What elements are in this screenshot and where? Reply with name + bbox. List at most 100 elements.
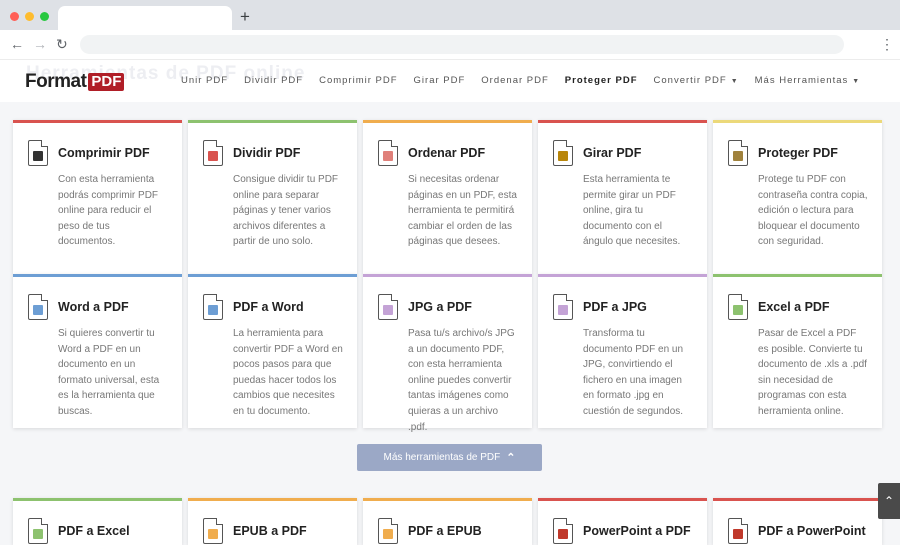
- doc-badge-icon: [33, 305, 43, 315]
- tool-card-header: Ordenar PDF: [373, 136, 522, 170]
- nav-item-convertir-pdf[interactable]: Convertir PDF ▼: [654, 75, 739, 86]
- nav-item-label: Comprimir PDF: [319, 75, 398, 86]
- tool-card-title: Proteger PDF: [758, 146, 838, 160]
- nav-item-label: Ordenar PDF: [481, 75, 549, 86]
- scroll-to-top-button[interactable]: ⌃: [878, 483, 900, 519]
- tool-card[interactable]: EPUB a PDF: [188, 498, 357, 545]
- tool-card-description: Pasar de Excel a PDF es posible. Convier…: [758, 328, 867, 417]
- tool-card[interactable]: Girar PDF Esta herramienta te permite gir…: [538, 120, 707, 274]
- nav-item-label: Convertir PDF: [653, 75, 727, 86]
- nav-item-girar-pdf[interactable]: Girar PDF: [414, 75, 466, 86]
- logo-pdf-box: PDF: [88, 73, 125, 91]
- tool-card-header: PDF a EPUB: [373, 514, 522, 545]
- caret-down-icon: ▼: [730, 78, 739, 85]
- tool-card-title: Comprimir PDF: [58, 146, 150, 160]
- tool-card-title: Ordenar PDF: [408, 146, 486, 160]
- doc-badge-icon: [33, 151, 43, 161]
- main-nav: Unir PDF Dividir PDF Comprimir PDF Girar PD…: [181, 75, 876, 86]
- nav-item-unir-pdf[interactable]: Unir PDF: [181, 75, 228, 86]
- powerpoint-to-pdf-icon: [553, 518, 573, 544]
- tool-card-header: PDF a JPG: [548, 290, 697, 324]
- jpg-to-pdf-icon: [378, 294, 398, 320]
- tool-card[interactable]: PDF a EPUB: [363, 498, 532, 545]
- doc-badge-icon: [383, 151, 393, 161]
- tool-card-header: Proteger PDF: [723, 136, 872, 170]
- doc-badge-icon: [33, 529, 43, 539]
- tool-card[interactable]: Comprimir PDF Con esta herramienta podrás…: [13, 120, 182, 274]
- doc-badge-icon: [208, 305, 218, 315]
- tool-card[interactable]: Ordenar PDF Si necesitas ordenar páginas …: [363, 120, 532, 274]
- tool-card-title: PDF a JPG: [583, 300, 647, 314]
- tool-card-header: PDF a Word: [198, 290, 347, 324]
- tool-card-title: PDF a PowerPoint: [758, 524, 866, 538]
- doc-badge-icon: [558, 529, 568, 539]
- tool-card-title: PowerPoint a PDF: [583, 524, 691, 538]
- tool-card[interactable]: Proteger PDF Protege tu PDF con contraseñ…: [713, 120, 882, 274]
- formatpdf-logo[interactable]: Format PDF: [25, 71, 125, 93]
- tool-card[interactable]: Excel a PDF Pasar de Excel a PDF es posib…: [713, 274, 882, 428]
- nav-item-proteger-pdf[interactable]: Proteger PDF: [565, 75, 638, 86]
- address-bar[interactable]: [80, 35, 844, 54]
- tool-card-title: Word a PDF: [58, 300, 129, 314]
- nav-item-label: Más Herramientas: [754, 75, 849, 86]
- nav-item-label: Dividir PDF: [244, 75, 304, 86]
- tool-card[interactable]: JPG a PDF Pasa tu/s archivo/s JPG a un do…: [363, 274, 532, 433]
- tools-row-2: Word a PDF Si quieres convertir tu Word a…: [13, 274, 888, 433]
- tool-card-title: PDF a Excel: [58, 524, 130, 538]
- doc-badge-icon: [733, 305, 743, 315]
- tool-card-title: EPUB a PDF: [233, 524, 307, 538]
- excel-to-pdf-icon: [728, 294, 748, 320]
- doc-badge-icon: [208, 151, 218, 161]
- more-tools-button[interactable]: Más herramientas de PDF ⌃: [357, 444, 542, 471]
- chevron-up-icon: ⌃: [883, 494, 895, 508]
- tool-card-header: EPUB a PDF: [198, 514, 347, 545]
- tool-card[interactable]: PowerPoint a PDF: [538, 498, 707, 545]
- doc-badge-icon: [733, 151, 743, 161]
- tool-card[interactable]: Dividir PDF Consigue dividir tu PDF onlin…: [188, 120, 357, 274]
- doc-badge-icon: [733, 529, 743, 539]
- pdf-to-excel-icon: [28, 518, 48, 544]
- tool-card-title: Excel a PDF: [758, 300, 830, 314]
- tool-card-title: PDF a EPUB: [408, 524, 482, 538]
- close-window-button[interactable]: [10, 12, 19, 21]
- nav-item-label: Proteger PDF: [564, 75, 638, 86]
- protect-pdf-icon: [728, 140, 748, 166]
- nav-item-label: Unir PDF: [181, 75, 229, 86]
- tool-card-description: Consigue dividir tu PDF online para sepa…: [233, 174, 339, 248]
- nav-item-label: Girar PDF: [413, 75, 466, 86]
- logo-text: Format: [25, 71, 87, 92]
- nav-item-comprimir-pdf[interactable]: Comprimir PDF: [319, 75, 397, 86]
- new-tab-button[interactable]: +: [240, 6, 250, 28]
- tool-card-description: Con esta herramienta podrás comprimir PD…: [58, 174, 159, 248]
- nav-item-dividir-pdf[interactable]: Dividir PDF: [244, 75, 303, 86]
- pdf-to-jpg-icon: [553, 294, 573, 320]
- site-header: Herramientas de PDF online Format PDF Un…: [0, 60, 900, 102]
- forward-arrow-icon[interactable]: →: [33, 36, 47, 52]
- pdf-to-word-icon: [203, 294, 223, 320]
- tool-card[interactable]: Word a PDF Si quieres convertir tu Word a…: [13, 274, 182, 428]
- tool-card[interactable]: PDF a PowerPoint: [713, 498, 882, 545]
- tool-card[interactable]: PDF a Word La herramienta para convertir …: [188, 274, 357, 428]
- browser-tab[interactable]: [58, 6, 232, 30]
- tools-row-3: PDF a Excel EPUB a PDF PDF a EPUB PowerPoin…: [13, 498, 888, 545]
- tools-row-1: Comprimir PDF Con esta herramienta podrás…: [13, 120, 888, 274]
- maximize-window-button[interactable]: [40, 12, 49, 21]
- minimize-window-button[interactable]: [25, 12, 34, 21]
- nav-item-ordenar-pdf[interactable]: Ordenar PDF: [481, 75, 549, 86]
- tool-card-header: PowerPoint a PDF: [548, 514, 697, 545]
- tool-card-description: Si quieres convertir tu Word a PDF en un…: [58, 328, 160, 417]
- reload-icon[interactable]: ↻: [56, 36, 68, 52]
- browser-menu-icon[interactable]: ⋮: [880, 35, 894, 53]
- nav-item-más-herramientas[interactable]: Más Herramientas ▼: [755, 75, 861, 86]
- split-pdf-icon: [203, 140, 223, 166]
- tool-card-description: Protege tu PDF con contraseña contra cop…: [758, 174, 868, 248]
- tool-card[interactable]: PDF a Excel: [13, 498, 182, 545]
- doc-badge-icon: [558, 305, 568, 315]
- tool-card-header: Comprimir PDF: [23, 136, 172, 170]
- order-pdf-icon: [378, 140, 398, 166]
- tool-card-header: Word a PDF: [23, 290, 172, 324]
- tool-card[interactable]: PDF a JPG Transforma tu documento PDF en …: [538, 274, 707, 428]
- back-arrow-icon[interactable]: ←: [10, 36, 24, 52]
- epub-to-pdf-icon: [203, 518, 223, 544]
- doc-badge-icon: [383, 529, 393, 539]
